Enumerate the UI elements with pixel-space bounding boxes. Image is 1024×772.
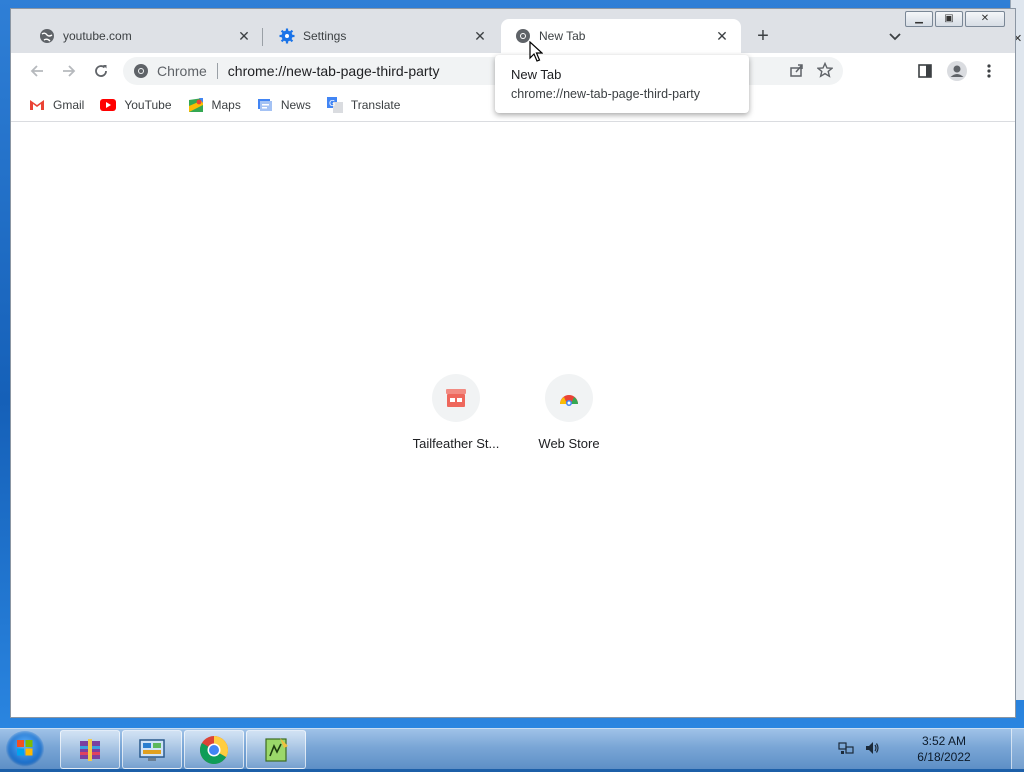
kebab-menu-icon [987, 64, 991, 78]
gmail-icon [29, 97, 45, 113]
mouse-cursor-icon [529, 41, 543, 62]
globe-icon [39, 28, 55, 44]
side-panel-icon [918, 64, 932, 78]
bookmark-label: Maps [211, 98, 241, 112]
tab-hover-card: New Tab chrome://new-tab-page-third-part… [495, 55, 749, 113]
chrome-icon [200, 735, 228, 764]
shortcut-tailfeather-store[interactable]: Tailfeather St... [408, 374, 504, 451]
taskbar-winrar[interactable] [60, 730, 120, 769]
arrow-left-icon [30, 65, 43, 77]
translate-icon: G [326, 97, 343, 113]
system-tray: 3:52 AM 6/18/2022 [837, 729, 1024, 769]
shortcut-icon-circle [545, 374, 593, 422]
shortcut-icon-circle [432, 374, 480, 422]
clock-date: 6/18/2022 [917, 750, 971, 764]
svg-text:G: G [329, 99, 335, 108]
browser-window: ▁ ▣ ✕ youtube.com ✕ Settings ✕ New Tab ✕ [10, 8, 1016, 718]
reload-button[interactable] [89, 59, 113, 83]
menu-button[interactable] [977, 59, 1001, 83]
bookmark-gmail[interactable]: Gmail [29, 97, 84, 113]
forward-button[interactable] [57, 59, 81, 83]
gear-icon [279, 28, 295, 44]
tab-close-button[interactable]: ✕ [471, 27, 489, 45]
tab-close-button[interactable]: ✕ [235, 27, 253, 45]
arrow-right-icon [63, 65, 76, 77]
back-button[interactable] [25, 59, 49, 83]
taskbar-control-panel[interactable] [122, 730, 182, 769]
profile-button[interactable] [945, 59, 969, 83]
bookmark-news[interactable]: News [257, 97, 311, 113]
hover-card-url: chrome://new-tab-page-third-party [511, 87, 700, 101]
chevron-down-icon [889, 33, 901, 41]
volume-icon[interactable] [863, 740, 881, 758]
webstore-icon [560, 395, 578, 406]
taskbar-notepad[interactable] [246, 730, 306, 769]
bookmark-label: News [280, 98, 311, 112]
shortcut-web-store[interactable]: Web Store [521, 374, 617, 451]
tab-search-button[interactable] [885, 27, 905, 47]
reload-icon [95, 65, 107, 77]
omnibox-actions [789, 57, 843, 85]
bookmark-youtube[interactable]: YouTube [100, 97, 172, 113]
news-icon [257, 97, 273, 113]
bookmark-star-icon[interactable] [816, 61, 834, 81]
system-clock[interactable]: 3:52 AM 6/18/2022 [889, 733, 999, 765]
tab-title: youtube.com [63, 29, 132, 43]
show-desktop-button[interactable] [1011, 729, 1024, 769]
notepad-icon [265, 737, 288, 762]
tab-divider [262, 28, 263, 46]
winrar-icon [80, 738, 100, 761]
bookmark-label: Translate [350, 98, 401, 112]
chrome-icon [133, 63, 149, 79]
origin-chip: Chrome [157, 63, 207, 79]
shortcut-label: Web Store [538, 436, 600, 451]
tab-close-button[interactable]: ✕ [713, 27, 731, 45]
tab-settings[interactable]: Settings ✕ [265, 19, 499, 53]
new-tab-button[interactable]: + [751, 25, 775, 49]
tab-strip: youtube.com ✕ Settings ✕ New Tab ✕ + [11, 19, 1015, 53]
control-panel-icon [139, 738, 165, 761]
side-panel-button[interactable] [913, 59, 937, 83]
maps-icon [188, 97, 204, 113]
taskbar: 3:52 AM 6/18/2022 [0, 728, 1024, 769]
bookmark-label: YouTube [124, 98, 172, 112]
tab-youtube[interactable]: youtube.com ✕ [25, 19, 263, 53]
tab-title: Settings [303, 29, 347, 43]
taskbar-chrome[interactable] [184, 730, 244, 769]
shortcut-label: Tailfeather St... [412, 436, 500, 451]
youtube-icon [100, 97, 117, 113]
start-button[interactable] [6, 731, 44, 767]
share-icon[interactable] [789, 62, 805, 81]
clock-time: 3:52 AM [921, 734, 967, 748]
bookmark-maps[interactable]: Maps [188, 97, 241, 113]
network-icon[interactable] [837, 740, 855, 758]
omnibox-divider [216, 63, 218, 79]
bookmark-translate[interactable]: G Translate [326, 97, 401, 113]
store-icon [446, 389, 466, 407]
avatar-icon [947, 61, 967, 81]
bookmark-label: Gmail [53, 98, 85, 112]
url-text[interactable]: chrome://new-tab-page-third-party [228, 63, 440, 79]
new-tab-page: Tailfeather St... Web Store [11, 122, 1015, 717]
windows-logo-icon [17, 740, 33, 756]
hover-card-title: New Tab [511, 67, 562, 82]
tab-title: New Tab [539, 29, 586, 43]
